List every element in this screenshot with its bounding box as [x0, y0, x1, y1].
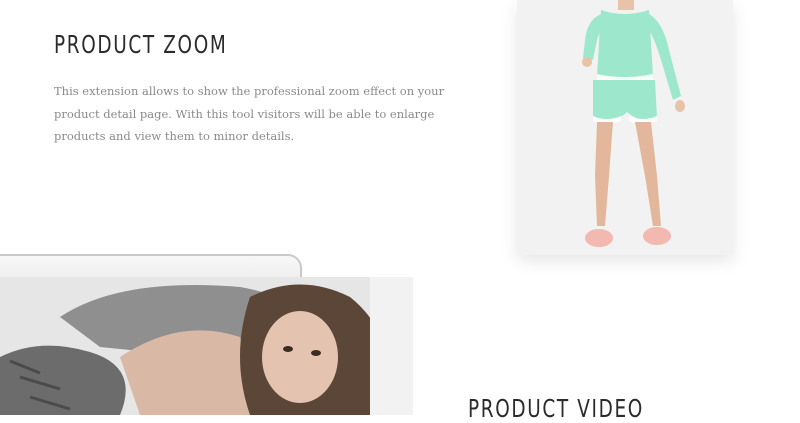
video-thumbnail-photo	[0, 277, 413, 415]
product-zoom-section: PRODUCT ZOOM This extension allows to sh…	[0, 0, 800, 255]
product-zoom-image[interactable]	[517, 0, 733, 255]
model-in-pajamas-photo	[517, 0, 733, 255]
product-zoom-heading: PRODUCT ZOOM	[54, 30, 228, 59]
product-zoom-description: This extension allows to show the profes…	[54, 84, 445, 143]
product-video-heading: PRODUCT VIDEO	[468, 394, 644, 423]
product-video-player[interactable]	[0, 277, 413, 415]
